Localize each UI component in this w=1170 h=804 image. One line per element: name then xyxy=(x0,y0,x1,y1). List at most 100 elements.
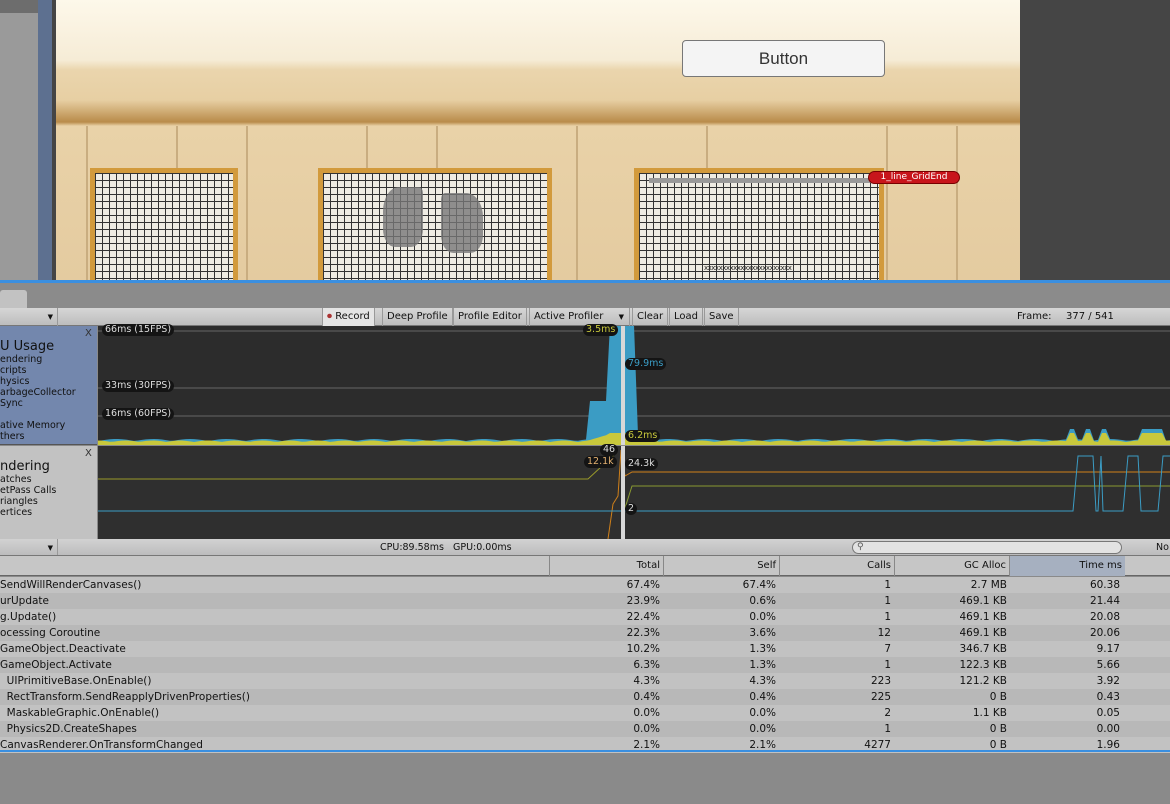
tab-profiler[interactable] xyxy=(0,290,27,308)
save-button[interactable]: Save xyxy=(704,308,739,326)
legend-item[interactable]: ertices xyxy=(0,507,32,518)
scrollbar[interactable] xyxy=(38,0,52,280)
view-dropdown[interactable]: ▼ xyxy=(0,539,58,555)
table-row[interactable]: g.Update() 22.4% 0.0% 1 469.1 KB 20.08 xyxy=(0,609,1170,625)
value-marker: 24.3k xyxy=(625,458,658,470)
truncated-label: No xyxy=(1156,542,1169,553)
legend-item[interactable]: cripts xyxy=(0,365,26,376)
legend-item[interactable]: etPass Calls xyxy=(0,485,56,496)
value-marker: 79.9ms xyxy=(625,358,667,370)
cell-name: g.Update() xyxy=(0,611,57,623)
grid-frame xyxy=(90,168,238,280)
game-button[interactable]: Button xyxy=(682,40,885,77)
column-header-gc-alloc[interactable]: GC Alloc xyxy=(894,556,1009,576)
cell-self: 0.6% xyxy=(749,595,776,607)
frame-selector[interactable] xyxy=(621,326,625,445)
legend-item[interactable]: riangles xyxy=(0,496,38,507)
table-row[interactable]: RectTransform.SendReapplyDrivenPropertie… xyxy=(0,689,1170,705)
table-row[interactable]: urUpdate 23.9% 0.6% 1 469.1 KB 21.44 xyxy=(0,593,1170,609)
legend-item[interactable]: thers xyxy=(0,431,24,442)
side-panel xyxy=(0,0,38,280)
cell-calls: 223 xyxy=(870,675,891,687)
column-header-calls[interactable]: Calls xyxy=(779,556,894,576)
legend-item[interactable]: arbageCollector xyxy=(0,387,76,398)
cell-calls: 225 xyxy=(870,691,891,703)
chevron-down-icon: ▼ xyxy=(47,313,53,321)
cell-name: GameObject.Deactivate xyxy=(0,643,126,655)
cell-name: urUpdate xyxy=(0,595,49,607)
cell-total: 6.3% xyxy=(633,659,660,671)
cell-time-ms: 20.06 xyxy=(1089,627,1120,639)
cell-gc-alloc: 122.3 KB xyxy=(959,659,1008,671)
cell-calls: 7 xyxy=(884,643,891,655)
table-row[interactable]: SendWillRenderCanvases() 67.4% 67.4% 1 2.7 M… xyxy=(0,577,1170,593)
column-header-self[interactable]: Self xyxy=(663,556,779,576)
table-row[interactable]: ocessing Coroutine 22.3% 3.6% 12 469.1 KB 20.… xyxy=(0,625,1170,641)
rendering-legend[interactable]: ndering X atches etPass Calls riangles e… xyxy=(0,446,97,539)
legend-item[interactable]: ative Memory xyxy=(0,420,65,431)
rendering-graph[interactable]: 46 12.1k 24.3k 2 xyxy=(98,444,1170,539)
legend-item[interactable]: atches xyxy=(0,474,32,485)
cpu-usage-legend[interactable]: U Usage X endering cripts hysics arbageC… xyxy=(0,326,97,445)
close-icon[interactable]: X xyxy=(85,448,92,459)
cell-calls: 1 xyxy=(884,579,891,591)
cell-self: 0.0% xyxy=(749,611,776,623)
cell-total: 0.4% xyxy=(633,691,660,703)
cell-name: UIPrimitiveBase.OnEnable() xyxy=(0,675,152,687)
record-label: Record xyxy=(335,311,370,322)
load-button[interactable]: Load xyxy=(669,308,703,326)
cell-gc-alloc: 1.1 KB xyxy=(972,707,1007,719)
cpu-usage-graph[interactable]: 66ms (15FPS) 33ms (30FPS) 16ms (60FPS) 3… xyxy=(98,324,1170,445)
cell-calls: 1 xyxy=(884,723,891,735)
legend-item[interactable]: endering xyxy=(0,354,42,365)
batches-line xyxy=(98,453,616,480)
cell-time-ms: 20.08 xyxy=(1089,611,1120,623)
column-header-name[interactable] xyxy=(0,556,549,576)
cell-gc-alloc: 121.2 KB xyxy=(959,675,1008,687)
cell-time-ms: 60.38 xyxy=(1089,579,1120,591)
frame-selector[interactable] xyxy=(621,446,625,539)
table-row[interactable]: Physics2D.CreateShapes 0.0% 0.0% 1 0 B 0.00 xyxy=(0,721,1170,737)
cell-name: RectTransform.SendReapplyDrivenPropertie… xyxy=(0,691,250,703)
cell-name: SendWillRenderCanvases() xyxy=(0,579,142,591)
gizmo-label-tag: 1_line_GridEnd xyxy=(868,171,960,184)
cpu-gpu-time: CPU:89.58ms GPU:0.00ms xyxy=(380,542,512,553)
column-header-time-ms[interactable]: Time ms xyxy=(1009,556,1125,576)
module-dropdown[interactable]: ▼ xyxy=(0,308,58,326)
legend-item[interactable]: hysics xyxy=(0,376,29,387)
gridline-label: 33ms (30FPS) xyxy=(102,380,175,392)
table-row[interactable]: UIPrimitiveBase.OnEnable() 4.3% 4.3% 223 121… xyxy=(0,673,1170,689)
active-profiler-label: Active Profiler xyxy=(534,311,604,322)
cell-self: 1.3% xyxy=(749,643,776,655)
cell-calls: 1 xyxy=(884,595,891,607)
cell-name: MaskableGraphic.OnEnable() xyxy=(0,707,160,719)
cell-total: 23.9% xyxy=(626,595,660,607)
gridline-label: 16ms (60FPS) xyxy=(102,408,175,420)
cell-self: 0.0% xyxy=(749,723,776,735)
cell-total: 0.0% xyxy=(633,723,660,735)
cell-self: 0.4% xyxy=(749,691,776,703)
rendering-title: ndering xyxy=(0,459,50,474)
table-row[interactable]: GameObject.Activate 6.3% 1.3% 1 122.3 KB 5.66 xyxy=(0,657,1170,673)
record-button[interactable]: ⏺ Record xyxy=(322,308,375,326)
deep-profile-button[interactable]: Deep Profile xyxy=(382,308,453,326)
column-header-total[interactable]: Total xyxy=(549,556,663,576)
cell-calls: 1 xyxy=(884,659,891,671)
profile-editor-button[interactable]: Profile Editor xyxy=(453,308,527,326)
table-row[interactable]: GameObject.Deactivate 10.2% 1.3% 7 346.7 KB 9… xyxy=(0,641,1170,657)
legend-item[interactable]: Sync xyxy=(0,398,23,409)
cross-marks: xxxxxxxxxxxxxxxxxxxxxxxx xyxy=(704,264,792,272)
frame-label: Frame: xyxy=(1017,311,1052,322)
close-icon[interactable]: X xyxy=(85,328,92,339)
cell-self: 67.4% xyxy=(742,579,776,591)
cell-gc-alloc: 0 B xyxy=(989,691,1007,703)
cell-time-ms: 21.44 xyxy=(1089,595,1120,607)
search-input[interactable]: ⚲ xyxy=(852,541,1122,554)
cell-time-ms: 0.43 xyxy=(1096,691,1120,703)
game-view: Button 1_line_GridEnd xxxxxxxxxxxxxxxxxx… xyxy=(0,0,1170,280)
cell-gc-alloc: 469.1 KB xyxy=(959,627,1008,639)
cell-total: 22.3% xyxy=(626,627,660,639)
table-row[interactable]: MaskableGraphic.OnEnable() 0.0% 0.0% 2 1.1 K… xyxy=(0,705,1170,721)
value-marker: 12.1k xyxy=(584,456,617,468)
clear-button[interactable]: Clear xyxy=(632,308,669,326)
